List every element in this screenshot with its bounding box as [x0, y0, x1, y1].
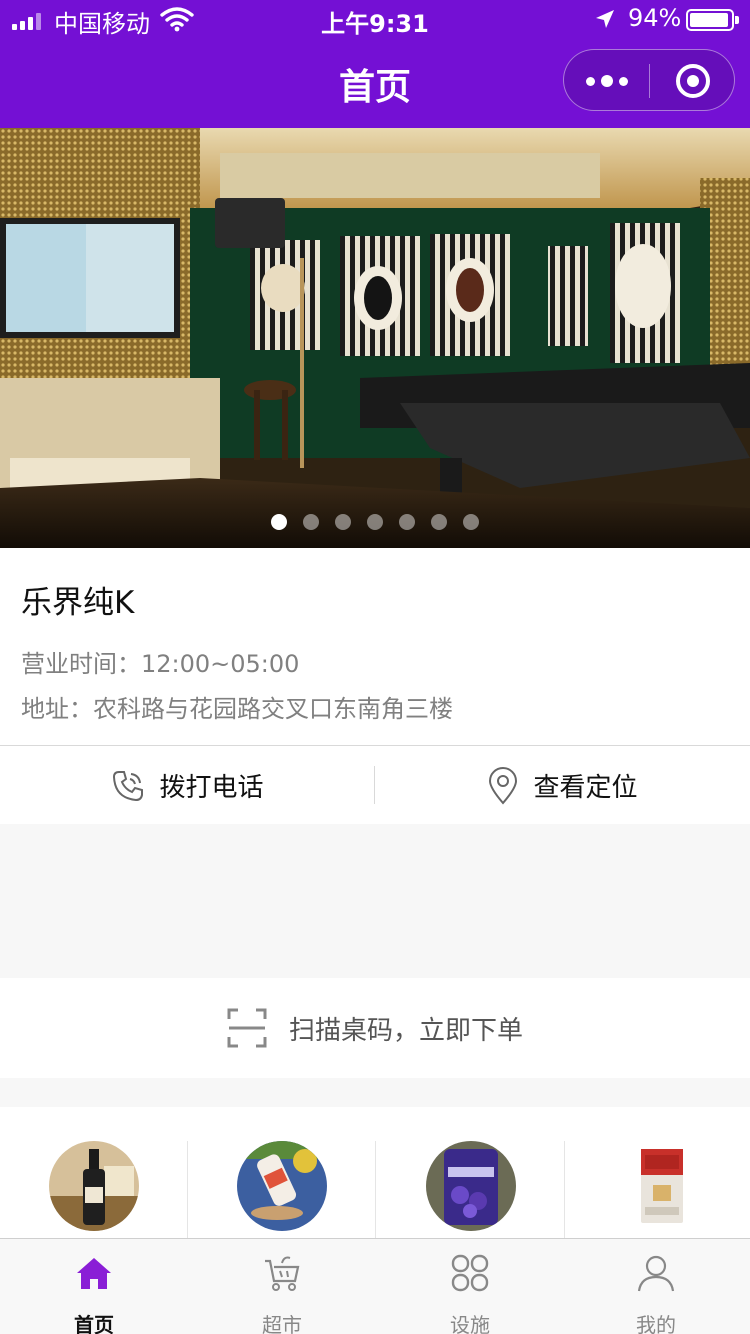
top-bar: 中国移动 上午9:31 94% 首页 — [0, 0, 750, 128]
status-bar: 中国移动 上午9:31 94% — [0, 0, 750, 40]
banner-image — [0, 128, 750, 548]
tab-supermarket[interactable]: 超市 — [188, 1239, 376, 1334]
store-name: 乐界纯K — [21, 585, 135, 621]
tab-label: 我的 — [636, 1313, 676, 1334]
view-location-button[interactable]: 查看定位 — [375, 746, 750, 825]
tab-mine[interactable]: 我的 — [562, 1239, 750, 1334]
carousel-dot[interactable] — [335, 514, 351, 530]
carousel-dot[interactable] — [399, 514, 415, 530]
category-item[interactable] — [188, 1107, 376, 1238]
store-info-card: 乐界纯K 营业时间：12:00~05:00 地址：农科路与花园路交叉口东南角三楼 — [0, 548, 750, 745]
store-address: 地址：农科路与花园路交叉口东南角三楼 — [21, 695, 453, 723]
liquor-bottle-image — [49, 1141, 139, 1231]
banner-carousel[interactable] — [0, 128, 750, 548]
more-dots-icon[interactable] — [564, 50, 650, 112]
battery-icon — [686, 9, 739, 31]
call-label: 拨打电话 — [159, 773, 264, 803]
home-icon — [77, 1258, 111, 1289]
carousel-dot[interactable] — [271, 514, 287, 530]
tab-label: 超市 — [262, 1313, 302, 1334]
candy-bag-image — [426, 1141, 516, 1231]
category-row — [0, 1107, 750, 1238]
scan-icon — [227, 1008, 267, 1048]
cigarette-pack-image — [615, 1141, 705, 1231]
phone-icon — [113, 770, 144, 801]
location-pin-icon — [489, 766, 518, 805]
juice-snack-image — [237, 1141, 327, 1231]
cart-icon — [265, 1256, 300, 1291]
grid-icon — [451, 1254, 489, 1292]
tab-label: 设施 — [450, 1313, 490, 1334]
category-item[interactable] — [377, 1107, 565, 1238]
category-item[interactable] — [0, 1107, 188, 1238]
carousel-dot[interactable] — [463, 514, 479, 530]
carousel-dot[interactable] — [431, 514, 447, 530]
tab-home[interactable]: 首页 — [0, 1239, 188, 1334]
carousel-dot[interactable] — [367, 514, 383, 530]
view-location-label: 查看定位 — [533, 773, 638, 803]
battery-percent: 94% — [628, 4, 682, 32]
action-bar: 拨打电话 查看定位 — [0, 745, 750, 824]
tab-bar: 首页 超市 设施 我的 — [0, 1238, 750, 1334]
call-button[interactable]: 拨打电话 — [0, 746, 375, 825]
miniprogram-capsule — [563, 49, 735, 111]
target-close-icon[interactable] — [676, 64, 710, 98]
business-hours: 营业时间：12:00~05:00 — [21, 650, 300, 678]
tab-label: 首页 — [74, 1313, 114, 1334]
carousel-dots — [0, 514, 750, 530]
scan-label: 扫描桌码，立即下单 — [288, 1015, 523, 1046]
carousel-dot[interactable] — [303, 514, 319, 530]
category-item[interactable] — [566, 1107, 750, 1238]
tab-facilities[interactable]: 设施 — [376, 1239, 564, 1334]
scan-to-order-button[interactable]: 扫描桌码，立即下单 — [0, 978, 750, 1078]
user-icon — [637, 1255, 675, 1292]
location-arrow-icon — [596, 10, 614, 28]
